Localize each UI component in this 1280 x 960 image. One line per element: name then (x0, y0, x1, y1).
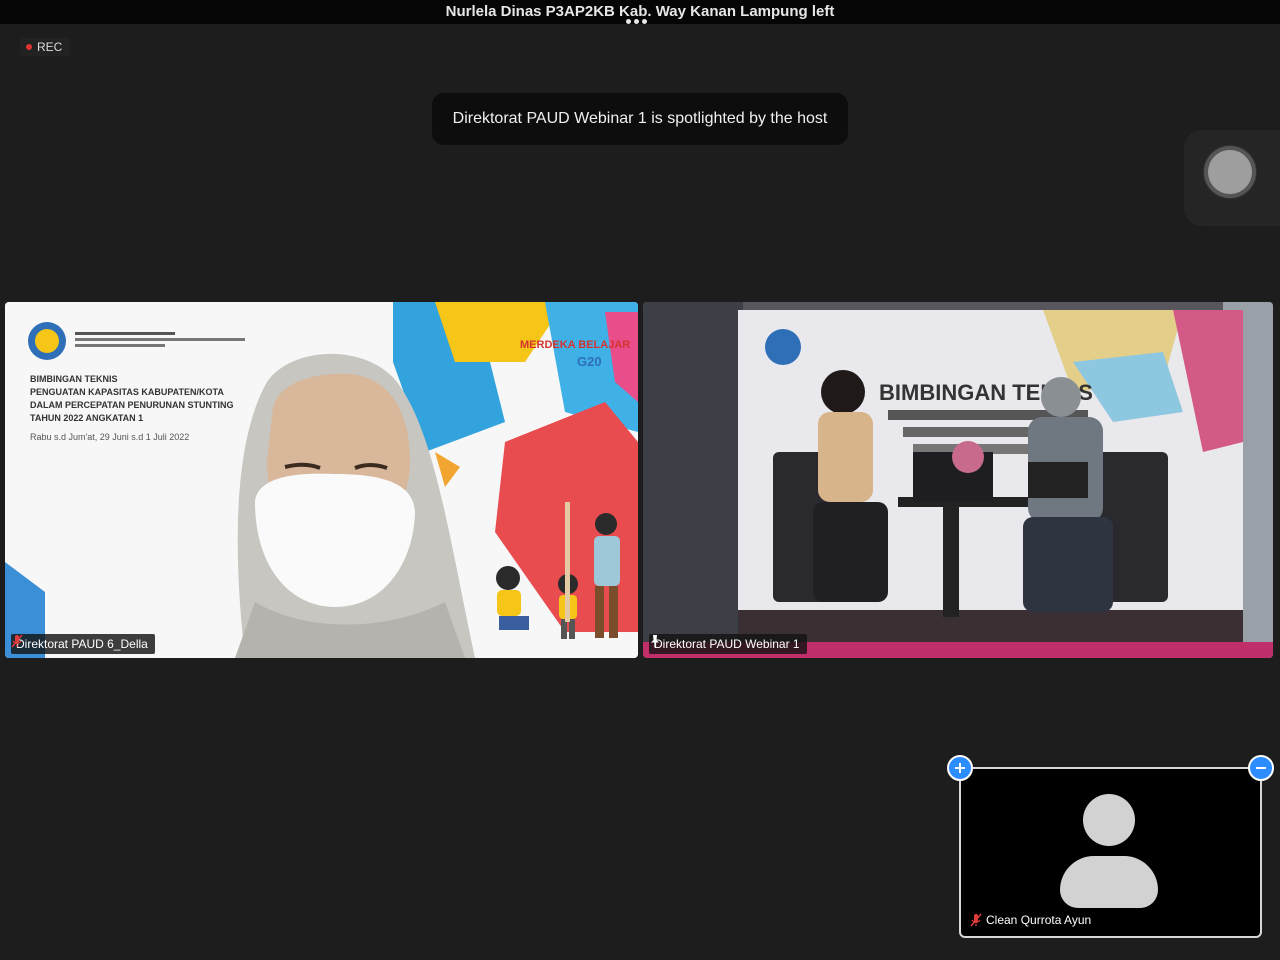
record-dot-icon (26, 44, 32, 50)
slide-title-line-2: PENGUATAN KAPASITAS KABUPATEN/KOTA (30, 387, 224, 397)
minimize-self-view-button[interactable] (1248, 755, 1274, 781)
slide-date: Rabu s.d Jum'at, 29 Juni s.d 1 Juli 2022 (30, 432, 189, 442)
plus-icon (955, 763, 965, 773)
self-view-name-tag: Clean Qurrota Ayun (970, 913, 1091, 927)
avatar-body (1060, 856, 1158, 908)
expand-self-view-button[interactable] (947, 755, 973, 781)
video-tile-webinar-1[interactable]: BIMBINGAN TEKNIS Direktorat PAUD Webinar… (643, 302, 1273, 658)
assistive-touch-button[interactable] (1184, 130, 1280, 226)
more-options-icon[interactable] (626, 11, 654, 24)
slide-title-line-1: BIMBINGAN TEKNIS (30, 374, 118, 384)
avatar (1083, 794, 1135, 846)
participant-name: Direktorat PAUD Webinar 1 (654, 637, 800, 651)
circle-icon (1208, 150, 1252, 194)
participant-name: Direktorat PAUD 6_Della (16, 637, 148, 651)
video-tile-della[interactable]: BIMBINGAN TEKNIS PENGUATAN KAPASITAS KAB… (5, 302, 638, 658)
pin-icon (651, 635, 659, 648)
recording-label: REC (37, 40, 63, 54)
participant-name-tag: Direktorat PAUD 6_Della (11, 634, 155, 654)
mic-muted-icon (970, 913, 982, 927)
g20-logo: G20 (577, 354, 602, 369)
slide-title-line-4: TAHUN 2022 ANGKATAN 1 (30, 413, 143, 423)
slide-title-line-3: DALAM PERCEPATAN PENURUNAN STUNTING (30, 400, 234, 410)
participant-name-tag: Direktorat PAUD Webinar 1 (649, 634, 807, 654)
mic-muted-icon (11, 634, 23, 648)
merdeka-belajar-logo: MERDEKA BELAJAR (520, 339, 630, 351)
self-view-name: Clean Qurrota Ayun (986, 913, 1092, 927)
spotlight-toast: Direktorat PAUD Webinar 1 is spotlighted… (432, 93, 848, 145)
minus-icon (1256, 767, 1266, 769)
recording-indicator: REC (20, 38, 71, 56)
event-video-feed: BIMBINGAN TEKNIS (643, 302, 1273, 658)
slide-video-feed: BIMBINGAN TEKNIS PENGUATAN KAPASITAS KAB… (5, 302, 638, 658)
toast-text: Direktorat PAUD Webinar 1 is spotlighted… (452, 110, 828, 127)
